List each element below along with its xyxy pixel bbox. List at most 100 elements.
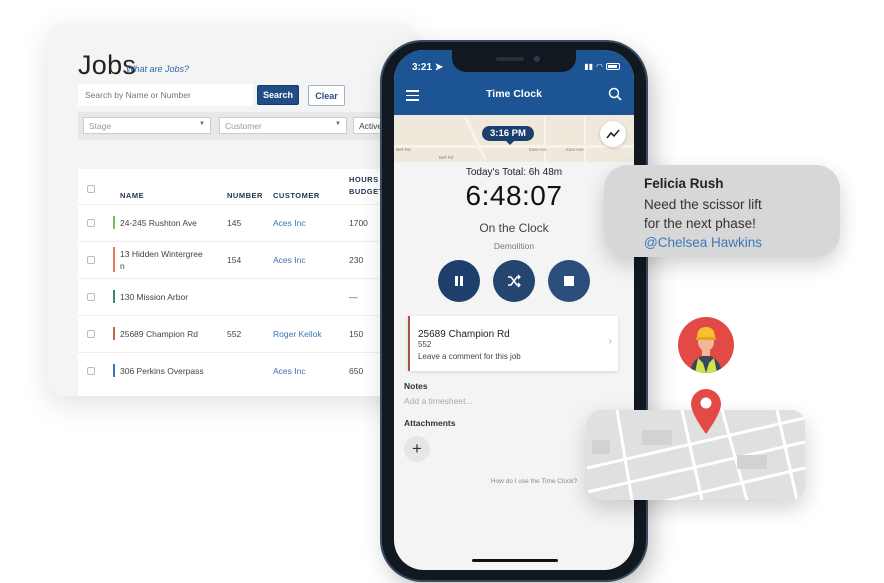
column-header-name[interactable]: NAME xyxy=(120,190,144,202)
plus-icon: + xyxy=(412,439,422,458)
home-indicator xyxy=(472,559,558,562)
hours-label: HOURS xyxy=(349,175,379,184)
phone-notch xyxy=(452,50,576,72)
trend-line-icon xyxy=(606,129,620,139)
map-road xyxy=(544,115,546,162)
column-header-number[interactable]: NUMBER xyxy=(227,190,263,202)
notes-input[interactable]: Add a timesheet... xyxy=(404,396,473,406)
row-checkbox[interactable] xyxy=(87,219,95,227)
wifi-icon: ◠ xyxy=(596,62,603,71)
what-are-jobs-link[interactable]: What are Jobs? xyxy=(126,64,189,74)
column-header-customer[interactable]: CUSTOMER xyxy=(273,190,320,202)
hours-budget: 230 xyxy=(349,255,364,265)
hours-budget: 150 xyxy=(349,329,364,339)
signal-icon: ▮▮ xyxy=(584,62,594,71)
table-row[interactable]: 25689 Champion Rd 552 Roger Kellok 150 xyxy=(78,315,418,352)
customer-link[interactable]: Aces Inc xyxy=(273,254,306,266)
current-job-card[interactable]: 25689 Champion Rd 552 Leave a comment fo… xyxy=(408,316,618,371)
job-name-line2: n xyxy=(120,261,125,271)
switch-job-button[interactable] xyxy=(493,260,535,302)
customer-link[interactable]: Roger Kellok xyxy=(273,328,322,340)
table-row[interactable]: 13 Hidden Wintergree n 154 Aces Inc 230 xyxy=(78,241,418,278)
map-road xyxy=(394,145,634,148)
hours-budget: 1700 xyxy=(349,218,368,228)
pause-icon xyxy=(455,276,463,286)
jobs-window: Jobs What are Jobs? Search Clear Stage ▼… xyxy=(48,24,418,396)
message-line: for the next phase! xyxy=(644,216,756,231)
table-row[interactable]: 306 Perkins Overpass Aces Inc 650 xyxy=(78,352,418,389)
job-name: 306 Perkins Overpass xyxy=(120,366,204,376)
job-name: 130 Mission Arbor xyxy=(120,292,189,302)
row-checkbox[interactable] xyxy=(87,293,95,301)
chevron-down-icon: ▼ xyxy=(199,121,205,127)
row-checkbox[interactable] xyxy=(87,256,95,264)
clock-in-time-pin[interactable]: 3:16 PM xyxy=(482,126,534,145)
location-arrow-icon: ➤ xyxy=(434,62,444,73)
battery-icon xyxy=(606,63,620,70)
hours-budget: 650 xyxy=(349,366,364,376)
stage-stripe xyxy=(113,216,115,229)
worker-avatar xyxy=(678,317,734,373)
construction-worker-icon xyxy=(690,327,722,373)
select-all-checkbox[interactable] xyxy=(87,185,95,193)
attachments-label: Attachments xyxy=(404,418,456,428)
map-label: Bell Rd xyxy=(396,147,411,152)
status-time-text: 3:21 xyxy=(412,62,433,73)
shuffle-icon xyxy=(508,274,521,288)
map-label: East Ave xyxy=(566,147,584,152)
job-number: 154 xyxy=(227,255,242,265)
add-attachment-button[interactable]: + xyxy=(404,436,430,462)
customer-filter-label: Customer xyxy=(225,121,262,131)
search-input[interactable] xyxy=(78,84,253,106)
message-sender: Felicia Rush xyxy=(644,176,724,191)
stage-stripe xyxy=(113,364,115,377)
stage-filter-label: Stage xyxy=(89,121,112,131)
job-number: 145 xyxy=(227,218,242,228)
jobs-table: NAME NUMBER CUSTOMER HOURS BUDGET 24-245… xyxy=(78,169,418,396)
filter-bar: Stage ▼ Customer ▼ Active xyxy=(78,112,418,140)
job-stage: Demolition xyxy=(493,241,535,251)
map-pin-icon xyxy=(691,389,721,434)
leave-comment-link[interactable]: Leave a comment for this job xyxy=(418,352,521,361)
stage-filter[interactable]: Stage ▼ xyxy=(83,117,211,134)
job-name: 24-245 Rushton Ave xyxy=(120,218,197,228)
clock-status: On the Clock xyxy=(479,221,549,235)
map-road xyxy=(584,115,586,162)
search-button[interactable]: Search xyxy=(257,85,299,105)
chevron-right-icon: › xyxy=(608,336,612,347)
customer-filter[interactable]: Customer ▼ xyxy=(219,117,347,134)
job-name: 25689 Champion Rd xyxy=(418,329,510,340)
mention-link[interactable]: @Chelsea Hawkins xyxy=(644,233,834,252)
speaker xyxy=(496,57,524,61)
marketing-composite: Jobs What are Jobs? Search Clear Stage ▼… xyxy=(0,0,884,583)
location-map[interactable]: Bell Rd Bell Rd East Ave East Ave 3:16 P… xyxy=(394,115,634,162)
todays-total: Today's Total: 6h 48m xyxy=(465,167,563,178)
stop-button[interactable] xyxy=(548,260,590,302)
clear-button[interactable]: Clear xyxy=(308,85,345,106)
message-line: Need the scissor lift xyxy=(644,197,762,212)
job-number: 552 xyxy=(418,340,432,349)
column-header-hours-budget[interactable]: HOURS BUDGET xyxy=(349,174,384,198)
stage-stripe xyxy=(113,247,115,272)
search-icon[interactable] xyxy=(608,87,622,101)
active-filter-label: Active xyxy=(359,121,383,131)
chat-message-bubble: Felicia Rush Need the scissor lift for t… xyxy=(604,165,840,257)
status-icons: ▮▮ ◠ xyxy=(584,62,620,71)
table-row[interactable]: 24-245 Rushton Ave 145 Aces Inc 1700 xyxy=(78,204,418,241)
notes-label: Notes xyxy=(404,381,428,391)
row-checkbox[interactable] xyxy=(87,330,95,338)
pause-button[interactable] xyxy=(438,260,480,302)
elapsed-timer: 6:48:07 xyxy=(465,180,563,211)
map-label: Bell Rd xyxy=(439,155,454,160)
app-title: Time Clock xyxy=(486,88,542,100)
customer-link[interactable]: Aces Inc xyxy=(273,365,306,377)
job-name-line1: 13 Hidden Wintergree xyxy=(120,249,203,259)
status-time: 3:21 ➤ xyxy=(412,62,443,73)
customer-link[interactable]: Aces Inc xyxy=(273,217,306,229)
table-row[interactable]: 130 Mission Arbor — xyxy=(78,278,418,315)
row-checkbox[interactable] xyxy=(87,367,95,375)
budget-label: BUDGET xyxy=(349,187,384,196)
job-name: 25689 Champion Rd xyxy=(120,329,198,339)
map-label: East Ave xyxy=(529,147,547,152)
activity-button[interactable] xyxy=(600,121,626,147)
